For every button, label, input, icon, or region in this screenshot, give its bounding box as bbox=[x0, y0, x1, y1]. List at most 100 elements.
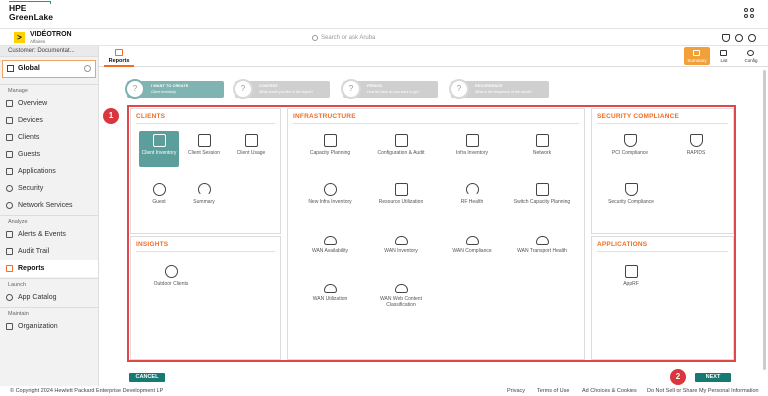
tile-network[interactable]: Network bbox=[514, 131, 570, 167]
tile-capacity-planning[interactable]: Capacity Planning bbox=[302, 131, 358, 167]
step-help-icon: ? bbox=[125, 79, 145, 99]
tab-summary[interactable]: Summary bbox=[684, 47, 710, 65]
sidebar-section-analyze: Analyze bbox=[0, 215, 98, 226]
footer-link-privacy[interactable]: Privacy bbox=[507, 386, 525, 396]
list-icon bbox=[720, 50, 727, 56]
org-name: VIDÉOTRON bbox=[30, 31, 72, 38]
footer-link-do-not-sell[interactable]: Do Not Sell or Share My Personal Informa… bbox=[647, 386, 759, 396]
security-compliance-title: SECURITY COMPLIANCE bbox=[597, 113, 680, 120]
page-tab-header: Reports Summary List Config bbox=[99, 46, 768, 67]
tile-new-infra-inventory[interactable]: New Infra Inventory bbox=[302, 180, 358, 216]
rapids-shield-icon bbox=[689, 134, 703, 147]
report-type-selection: CLIENTS Client Inventory Client Session … bbox=[127, 105, 736, 362]
sidebar-item-overview[interactable]: Overview bbox=[0, 95, 98, 112]
sidebar-section-launch: Launch bbox=[0, 278, 98, 289]
org-logo-icon: > bbox=[14, 32, 25, 43]
infrastructure-title: INFRASTRUCTURE bbox=[293, 113, 356, 120]
reports-tab-icon bbox=[115, 49, 123, 56]
security-compliance-panel: SECURITY COMPLIANCE PCI Compliance RAPID… bbox=[591, 108, 734, 234]
cancel-button[interactable]: CANCEL bbox=[129, 373, 165, 382]
window-icon bbox=[197, 134, 211, 147]
sidebar-item-app-catalog[interactable]: App Catalog bbox=[0, 289, 98, 306]
tile-wan-inventory[interactable]: WAN Inventory bbox=[371, 230, 431, 266]
callout-2: 2 bbox=[670, 369, 686, 385]
overview-icon bbox=[6, 100, 13, 107]
tile-summary[interactable]: Summary bbox=[184, 180, 224, 216]
sidebar-item-alerts-events[interactable]: Alerts & Events bbox=[0, 226, 98, 243]
step-help-icon: ? bbox=[233, 79, 253, 99]
clients-panel: CLIENTS Client Inventory Client Session … bbox=[130, 108, 281, 234]
global-scope-selector[interactable]: Global bbox=[2, 60, 96, 78]
next-button[interactable]: NEXT bbox=[695, 373, 731, 382]
sidebar-item-clients[interactable]: Clients bbox=[0, 129, 98, 146]
wizard-step-recurrence[interactable]: ? RECURRENCE What is the frequency of th… bbox=[449, 79, 549, 99]
tile-wan-availability[interactable]: WAN Availability bbox=[302, 230, 358, 266]
customer-selector[interactable]: Customer: Documentat... bbox=[0, 46, 98, 57]
sidebar-item-applications[interactable]: Applications bbox=[0, 163, 98, 180]
wizard-step-period[interactable]: ? PERIOD How far back do you want to go? bbox=[341, 79, 438, 99]
cloud-icon bbox=[323, 236, 337, 245]
tile-configuration-audit[interactable]: Configuration & Audit bbox=[371, 131, 431, 167]
sidebar-item-network-services[interactable]: Network Services bbox=[0, 197, 98, 214]
tab-list[interactable]: List bbox=[711, 47, 737, 65]
sidebar: Customer: Documentat... Global Manage Ov… bbox=[0, 46, 99, 386]
tab-config[interactable]: Config bbox=[738, 47, 764, 65]
tile-wan-web-content-classification[interactable]: WAN Web Content Classification bbox=[371, 278, 431, 320]
sidebar-item-devices[interactable]: Devices bbox=[0, 112, 98, 129]
report-wizard: ? I WANT TO CREATE Client Inventory ? CO… bbox=[99, 67, 768, 386]
wizard-step-content[interactable]: ? CONTENT What would you like in the rep… bbox=[233, 79, 330, 99]
network-services-icon bbox=[6, 202, 13, 209]
tile-security-compliance[interactable]: Security Compliance bbox=[602, 180, 660, 216]
sidebar-item-security[interactable]: Security bbox=[0, 180, 98, 197]
infra-inventory-icon bbox=[465, 134, 479, 147]
tile-rf-health[interactable]: RF Health bbox=[444, 180, 500, 216]
devices-icon bbox=[6, 117, 13, 124]
user-icon[interactable] bbox=[748, 34, 756, 42]
org-subtitle: Affaires bbox=[30, 39, 46, 44]
sidebar-item-audit-trail[interactable]: Audit Trail bbox=[0, 243, 98, 260]
sidebar-item-guests[interactable]: Guests bbox=[0, 146, 98, 163]
applications-panel: APPLICATIONS AppRF bbox=[591, 236, 734, 360]
summary-icon bbox=[693, 50, 700, 56]
cloud-icon bbox=[394, 284, 408, 293]
footer-link-ad-choices[interactable]: Ad Choices & Cookies bbox=[582, 386, 637, 396]
tile-pci-compliance[interactable]: PCI Compliance bbox=[604, 131, 656, 167]
sidebar-item-reports[interactable]: Reports bbox=[0, 260, 98, 277]
devices-icon bbox=[244, 134, 258, 147]
globe-icon bbox=[164, 265, 178, 278]
tile-wan-utilization[interactable]: WAN Utilization bbox=[302, 278, 358, 314]
footer-link-terms[interactable]: Terms of Use bbox=[537, 386, 569, 396]
organization-icon bbox=[6, 323, 13, 330]
tile-switch-capacity-planning[interactable]: Switch Capacity Planning bbox=[510, 180, 574, 216]
tile-client-session[interactable]: Client Session bbox=[184, 131, 224, 167]
global-label: Global bbox=[18, 65, 40, 72]
hpe-greenlake-logo[interactable]: HPE GreenLake bbox=[9, 1, 53, 22]
tile-resource-utilization[interactable]: Resource Utilization bbox=[371, 180, 431, 216]
network-icon bbox=[535, 134, 549, 147]
capacity-icon bbox=[323, 134, 337, 147]
search-input[interactable]: Search or ask Aruba bbox=[312, 32, 462, 44]
callout-1: 1 bbox=[103, 108, 119, 124]
wizard-step-create[interactable]: ? I WANT TO CREATE Client Inventory bbox=[125, 79, 224, 99]
tile-infra-inventory[interactable]: Infra Inventory bbox=[444, 131, 500, 167]
tile-guest[interactable]: Guest bbox=[139, 180, 179, 216]
tile-wan-transport-health[interactable]: WAN Transport Health bbox=[510, 230, 574, 266]
shield-icon bbox=[624, 183, 638, 196]
search-placeholder: Search or ask Aruba bbox=[321, 35, 376, 41]
cloud-icon bbox=[323, 284, 337, 293]
app-grid-icon[interactable] bbox=[744, 8, 755, 19]
help-icon[interactable] bbox=[735, 34, 743, 42]
wifi-icon bbox=[197, 183, 211, 196]
scrollbar[interactable] bbox=[763, 70, 766, 370]
footer: © Copyright 2024 Hewlett Packard Enterpr… bbox=[0, 386, 768, 396]
tile-apprf[interactable]: AppRF bbox=[610, 262, 652, 298]
tile-outdoor-clients[interactable]: Outdoor Clients bbox=[143, 262, 199, 298]
tile-client-usage[interactable]: Client Usage bbox=[231, 131, 271, 167]
sidebar-section-manage: Manage bbox=[0, 84, 98, 95]
sidebar-item-organization[interactable]: Organization bbox=[0, 318, 98, 335]
tile-client-inventory[interactable]: Client Inventory bbox=[139, 131, 179, 167]
tile-wan-compliance[interactable]: WAN Compliance bbox=[444, 230, 500, 266]
tab-reports[interactable]: Reports bbox=[104, 46, 134, 67]
bell-icon[interactable] bbox=[722, 34, 730, 42]
tile-rapids[interactable]: RAPIDS bbox=[670, 131, 722, 167]
